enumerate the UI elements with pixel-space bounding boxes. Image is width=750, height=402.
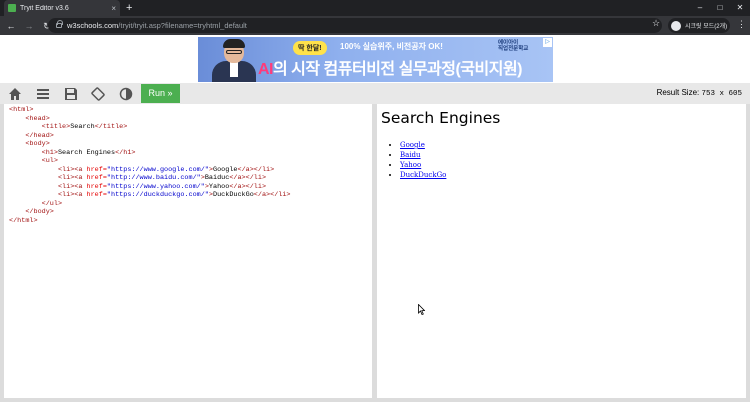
ad-close-icon[interactable]: ▷: [543, 38, 552, 47]
mouse-cursor-icon: [418, 304, 425, 315]
browser-tab[interactable]: Tryit Editor v3.6 ×: [4, 0, 120, 16]
menu-kebab-icon[interactable]: ⋮: [737, 19, 746, 30]
code-line: <title>Search</title>: [41, 123, 128, 131]
incognito-profile-button[interactable]: 시크릿 모드(2개): [668, 18, 730, 33]
panel-divider[interactable]: [372, 104, 376, 398]
result-size-label: Result Size:: [656, 88, 700, 97]
window-close-icon[interactable]: ✕: [730, 0, 750, 16]
list-item: Baidu: [400, 150, 446, 160]
result-heading: Search Engines: [381, 109, 501, 127]
run-button[interactable]: Run »: [141, 84, 180, 103]
url-host: w3schools.com: [67, 21, 119, 30]
link-google[interactable]: Google: [400, 141, 425, 149]
code-editor[interactable]: <html> <head> <title>Search</title> </he…: [4, 104, 372, 398]
tab-close-icon[interactable]: ×: [111, 4, 116, 13]
list-item: Google: [400, 140, 446, 150]
list-item: DuckDuckGo: [400, 170, 446, 180]
code-line: <head>: [25, 114, 50, 123]
ad-school-logo: 에이아이 직업전문학교: [498, 40, 529, 52]
link-yahoo[interactable]: Yahoo: [400, 161, 421, 169]
code-line: </html>: [9, 216, 38, 225]
ad-area: 딱 한달! 100% 실습위주, 비전공자 OK! AI의 시작 컴퓨터비전 실…: [0, 35, 750, 83]
link-duckduckgo[interactable]: DuckDuckGo: [400, 171, 446, 179]
w3schools-favicon-icon: [8, 4, 16, 12]
code-line: </head>: [25, 131, 54, 140]
bookmark-star-icon[interactable]: ☆: [652, 18, 660, 29]
browser-tab-bar: Tryit Editor v3.6 × + – □ ✕: [0, 0, 750, 16]
list-item: Yahoo: [400, 160, 446, 170]
result-link-list: Google Baidu Yahoo DuckDuckGo: [391, 140, 446, 180]
code-line: <ul>: [41, 157, 58, 165]
back-arrow-icon[interactable]: ←: [4, 19, 18, 33]
code-line: <li><a href="https://www.yahoo.com/">Yah…: [57, 182, 267, 191]
code-line: <h1>Search Engines</h1>: [41, 148, 136, 157]
theme-contrast-icon[interactable]: [119, 87, 133, 101]
lock-icon: [56, 20, 63, 28]
maximize-icon[interactable]: □: [710, 0, 730, 16]
minimize-icon[interactable]: –: [690, 0, 710, 16]
incognito-icon: [671, 20, 681, 31]
rotate-orientation-icon[interactable]: [91, 87, 105, 101]
code-line: <html>: [9, 106, 34, 114]
forward-arrow-icon[interactable]: →: [22, 19, 36, 33]
ad-main-text: AI의 시작 컴퓨터비전 실무과정(국비지원): [258, 61, 523, 78]
ad-headline: 100% 실습위주, 비전공자 OK!: [340, 42, 443, 51]
result-frame: Search Engines Google Baidu Yahoo DuckDu…: [377, 104, 746, 398]
code-line: <li><a href="http://www.baidu.com/">Baid…: [57, 174, 267, 182]
save-icon[interactable]: [64, 87, 78, 101]
code-line: <body>: [25, 140, 50, 148]
code-line: <li><a href="https://duckduckgo.com/">Du…: [57, 191, 291, 199]
link-baidu[interactable]: Baidu: [400, 151, 421, 159]
menu-icon[interactable]: [36, 87, 50, 101]
result-size: Result Size: 753 x 605: [657, 88, 742, 98]
code-line: <li><a href="https://www.google.com/">Go…: [57, 165, 275, 174]
browser-toolbar: ← → ↻ w3schools.com /tryit/tryit.asp?fil…: [0, 16, 750, 35]
address-bar[interactable]: w3schools.com /tryit/tryit.asp?filename=…: [48, 18, 662, 33]
new-tab-button[interactable]: +: [126, 1, 132, 15]
code-text[interactable]: <html> <head> <title>Search</title> </he…: [4, 104, 372, 227]
home-icon[interactable]: [8, 87, 22, 101]
ad-banner[interactable]: 딱 한달! 100% 실습위주, 비전공자 OK! AI의 시작 컴퓨터비전 실…: [198, 37, 553, 82]
url-path: /tryit/tryit.asp?filename=tryhtml_defaul…: [118, 21, 247, 30]
ad-pill: 딱 한달!: [293, 41, 327, 55]
result-size-value: 753 x 605: [701, 90, 742, 98]
code-line: </body>: [25, 208, 54, 216]
tryit-toolbar: Run » Result Size: 753 x 605: [0, 83, 750, 104]
ad-person-image: [212, 39, 256, 82]
tab-title: Tryit Editor v3.6: [20, 4, 69, 12]
profile-name: 시크릿 모드(2개): [685, 24, 728, 30]
code-line: </ul>: [41, 199, 63, 208]
